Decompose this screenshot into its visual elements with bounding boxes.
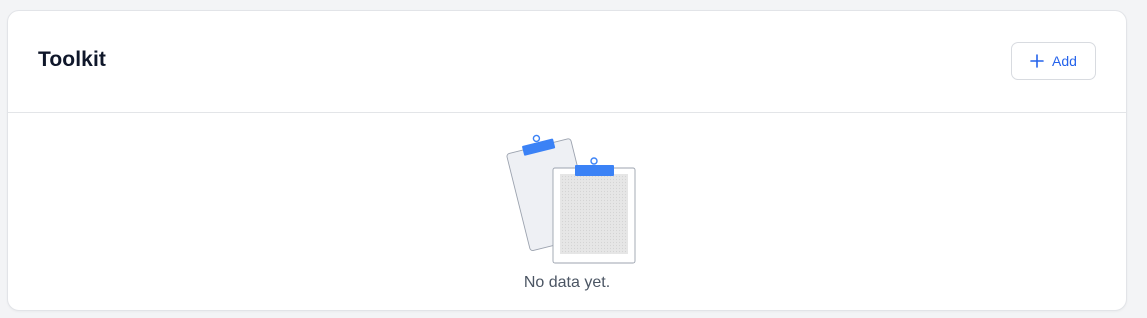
- add-button[interactable]: Add: [1011, 42, 1096, 80]
- clipboard-stack-icon: [501, 127, 641, 272]
- toolkit-card: Toolkit Add No data yet.: [7, 10, 1127, 311]
- add-button-label: Add: [1052, 53, 1077, 69]
- plus-icon: [1030, 54, 1044, 68]
- card-header: Toolkit Add: [8, 11, 1126, 113]
- card-title: Toolkit: [38, 48, 106, 71]
- empty-state-message: No data yet.: [523, 274, 611, 291]
- empty-state: No data yet.: [8, 113, 1126, 310]
